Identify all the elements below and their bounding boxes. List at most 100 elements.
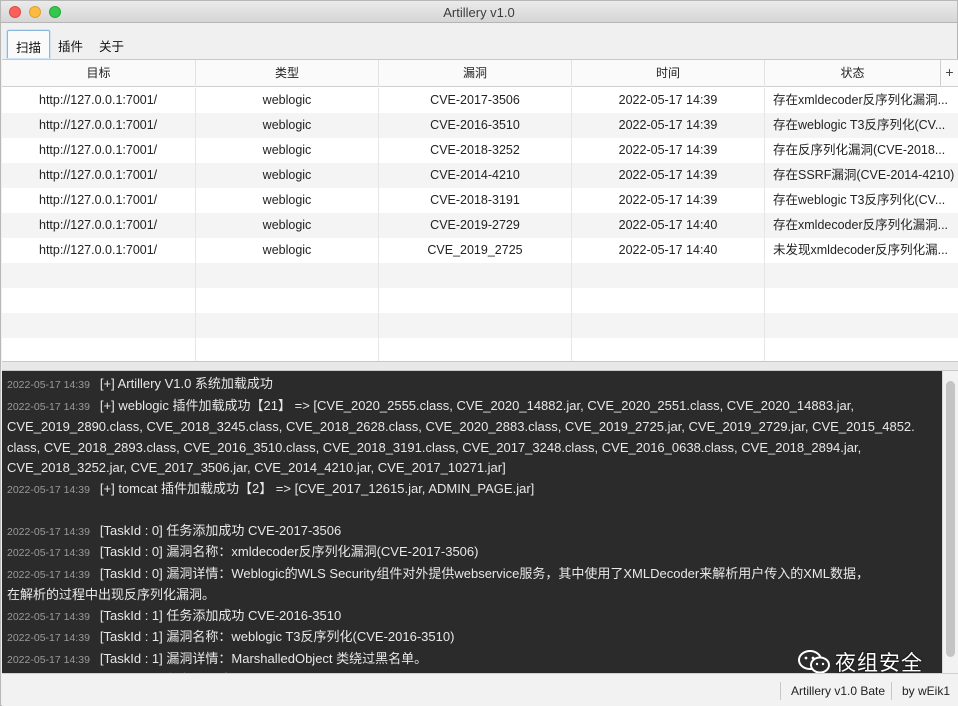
table-cell: 存在xmldecoder反序列化漏洞... — [773, 93, 949, 107]
add-column-button[interactable]: + — [940, 60, 958, 87]
log-line: class, CVE_2018_2893.class, CVE_2016_351… — [7, 438, 942, 459]
table-cell: 2022-05-17 14:39 — [572, 113, 765, 138]
app-window: Artillery v1.0 扫描 插件 关于 目标 类型 漏洞 时间 状态 +… — [0, 0, 958, 706]
table-cell: weblogic — [196, 113, 379, 138]
log-timestamp: 2022-05-17 14:39 — [7, 379, 90, 391]
split-pane-divider[interactable] — [2, 361, 958, 371]
table-cell — [2, 288, 196, 313]
column-header-vulnerability[interactable]: 漏洞 — [379, 60, 572, 87]
table-cell: weblogic — [196, 88, 379, 113]
table-cell — [2, 313, 196, 338]
log-console: 2022-05-17 14:39 [+] Artillery V1.0 系统加载成… — [2, 371, 942, 673]
log-line: CVE_2019_2890.class, CVE_2018_3245.class… — [7, 417, 942, 438]
log-message: [+] weblogic 插件加载成功【21】 => [CVE_2020_255… — [99, 397, 855, 413]
log-line: 2022-05-17 14:39 [TaskId : 0] 漏洞名称：xmldec… — [7, 542, 942, 564]
table-header: 目标 类型 漏洞 时间 状态 + — [2, 60, 958, 87]
version-label: Artillery v1.0 Bate — [780, 682, 885, 700]
log-message: CVE_2019_2890.class, CVE_2018_3245.class… — [7, 419, 915, 434]
table-cell — [572, 288, 765, 313]
empty-table-row — [2, 288, 958, 313]
log-line: 2022-05-17 14:39 [TaskId : 0] 漏洞详情：Weblog… — [7, 564, 942, 586]
table-cell: 未发现xmldecoder反序列化漏... — [773, 243, 949, 257]
table-row[interactable]: http://127.0.0.1:7001/weblogic CVE-2018-3… — [2, 138, 958, 163]
tab-scan[interactable]: 扫描 — [7, 30, 51, 58]
tab-bar: 扫描 插件 关于 — [7, 30, 132, 58]
log-timestamp: 2022-05-17 14:39 — [7, 568, 90, 581]
table-cell — [2, 338, 196, 361]
table-cell — [765, 313, 958, 338]
table-row[interactable]: http://127.0.0.1:7001/weblogic CVE-2018-3… — [2, 188, 958, 213]
log-line: 2022-05-17 14:39 [+] Artillery V1.0 系统加载成… — [7, 374, 942, 396]
table-cell: weblogic — [196, 188, 379, 213]
log-line: 在解析的过程中出现反序列化漏洞。 — [7, 585, 942, 606]
title-bar: Artillery v1.0 — [1, 1, 957, 23]
table-cell: 2022-05-17 14:39 — [572, 188, 765, 213]
column-header-status[interactable]: 状态 — [765, 60, 940, 87]
table-cell: CVE-2018-3191 — [379, 188, 572, 213]
table-cell — [765, 338, 958, 361]
log-line: 2022-05-17 14:39 [TaskId : 1] 漏洞名称：weblog… — [7, 627, 942, 649]
log-timestamp: 2022-05-17 14:39 — [7, 525, 90, 538]
table-cell: 2022-05-17 14:39 — [572, 138, 765, 163]
table-cell: http://127.0.0.1:7001/ — [2, 113, 196, 138]
table-row[interactable]: http://127.0.0.1:7001/weblogic CVE-2019-2… — [2, 213, 958, 238]
table-cell — [765, 263, 958, 288]
table-row[interactable]: http://127.0.0.1:7001/weblogic CVE-2014-4… — [2, 163, 958, 188]
table-cell: 存在反序列化漏洞(CVE-2018... — [773, 143, 946, 157]
table-cell — [765, 288, 958, 313]
table-cell: CVE-2014-4210 — [379, 163, 572, 188]
table-cell — [379, 263, 572, 288]
table-cell — [572, 313, 765, 338]
table-row[interactable]: http://127.0.0.1:7001/weblogic CVE-2016-3… — [2, 113, 958, 138]
table-cell: http://127.0.0.1:7001/ — [2, 238, 196, 263]
table-cell: CVE-2018-3252 — [379, 138, 572, 163]
tab-plugins[interactable]: 插件 — [50, 30, 91, 58]
table-cell: CVE-2019-2729 — [379, 213, 572, 238]
log-message: [TaskId : 0] 漏洞详情：Weblogic的WLS Security组… — [99, 565, 869, 581]
log-timestamp: 2022-05-17 14:39 — [7, 632, 90, 644]
table-cell: http://127.0.0.1:7001/ — [2, 188, 196, 213]
empty-table-row — [2, 313, 958, 338]
table-cell: weblogic — [196, 138, 379, 163]
table-cell: 2022-05-17 14:40 — [572, 213, 765, 238]
log-timestamp: 2022-05-17 14:39 — [7, 610, 90, 623]
console-scrollbar[interactable] — [942, 371, 958, 673]
log-message: [TaskId : 0] 任务添加成功 CVE-2017-3506 — [99, 522, 342, 538]
log-message: [TaskId : 1] 任务添加成功 CVE-2016-3510 — [99, 607, 342, 623]
table-cell: CVE-2017-3506 — [379, 88, 572, 113]
log-blank-line — [7, 500, 942, 521]
table-row[interactable]: http://127.0.0.1:7001/weblogic CVE_2019_2… — [2, 238, 958, 263]
log-timestamp: 2022-05-17 14:39 — [7, 547, 90, 559]
table-cell — [379, 313, 572, 338]
table-cell — [572, 263, 765, 288]
column-header-type[interactable]: 类型 — [196, 60, 379, 87]
empty-table-row — [2, 338, 958, 361]
table-cell: 存在xmldecoder反序列化漏洞... — [773, 218, 949, 232]
table-cell — [196, 263, 379, 288]
table-cell: 2022-05-17 14:39 — [572, 163, 765, 188]
log-message: [+] tomcat 插件加载成功【2】 => [CVE_2017_12615.… — [99, 480, 535, 496]
log-message: 在解析的过程中出现反序列化漏洞。 — [7, 587, 216, 602]
table-cell: 存在weblogic T3反序列化(CV... — [773, 193, 946, 207]
column-header-time[interactable]: 时间 — [572, 60, 765, 87]
status-bar: Artillery v1.0 Bate by wEik1 — [2, 673, 958, 706]
wechat-icon — [797, 649, 831, 675]
table-cell: 存在SSRF漏洞(CVE-2014-4210) — [773, 168, 955, 182]
table-cell — [196, 313, 379, 338]
empty-table-row — [2, 263, 958, 288]
table-cell: http://127.0.0.1:7001/ — [2, 138, 196, 163]
log-line: 2022-05-17 14:39 [+] tomcat 插件加载成功【2】 => … — [7, 479, 942, 501]
table-cell — [572, 338, 765, 361]
log-line: 2022-05-17 14:39 [+] weblogic 插件加载成功【21】 … — [7, 396, 942, 418]
log-line: 2022-05-17 14:39 [TaskId : 0] 任务添加成功 CVE-… — [7, 521, 942, 543]
log-message: [TaskId : 1] 漏洞详情：MarshalledObject 类绕过黑名… — [99, 650, 428, 666]
table-cell — [196, 338, 379, 361]
console-scrollbar-thumb[interactable] — [946, 381, 955, 657]
table-row[interactable]: http://127.0.0.1:7001/weblogic CVE-2017-3… — [2, 88, 958, 113]
table-cell: http://127.0.0.1:7001/ — [2, 88, 196, 113]
table-cell: http://127.0.0.1:7001/ — [2, 163, 196, 188]
log-message: CVE_2018_3252.jar, CVE_2017_3506.jar, CV… — [7, 460, 506, 475]
log-line: CVE_2018_3252.jar, CVE_2017_3506.jar, CV… — [7, 458, 942, 479]
tab-about[interactable]: 关于 — [91, 30, 132, 58]
column-header-target[interactable]: 目标 — [2, 60, 196, 87]
